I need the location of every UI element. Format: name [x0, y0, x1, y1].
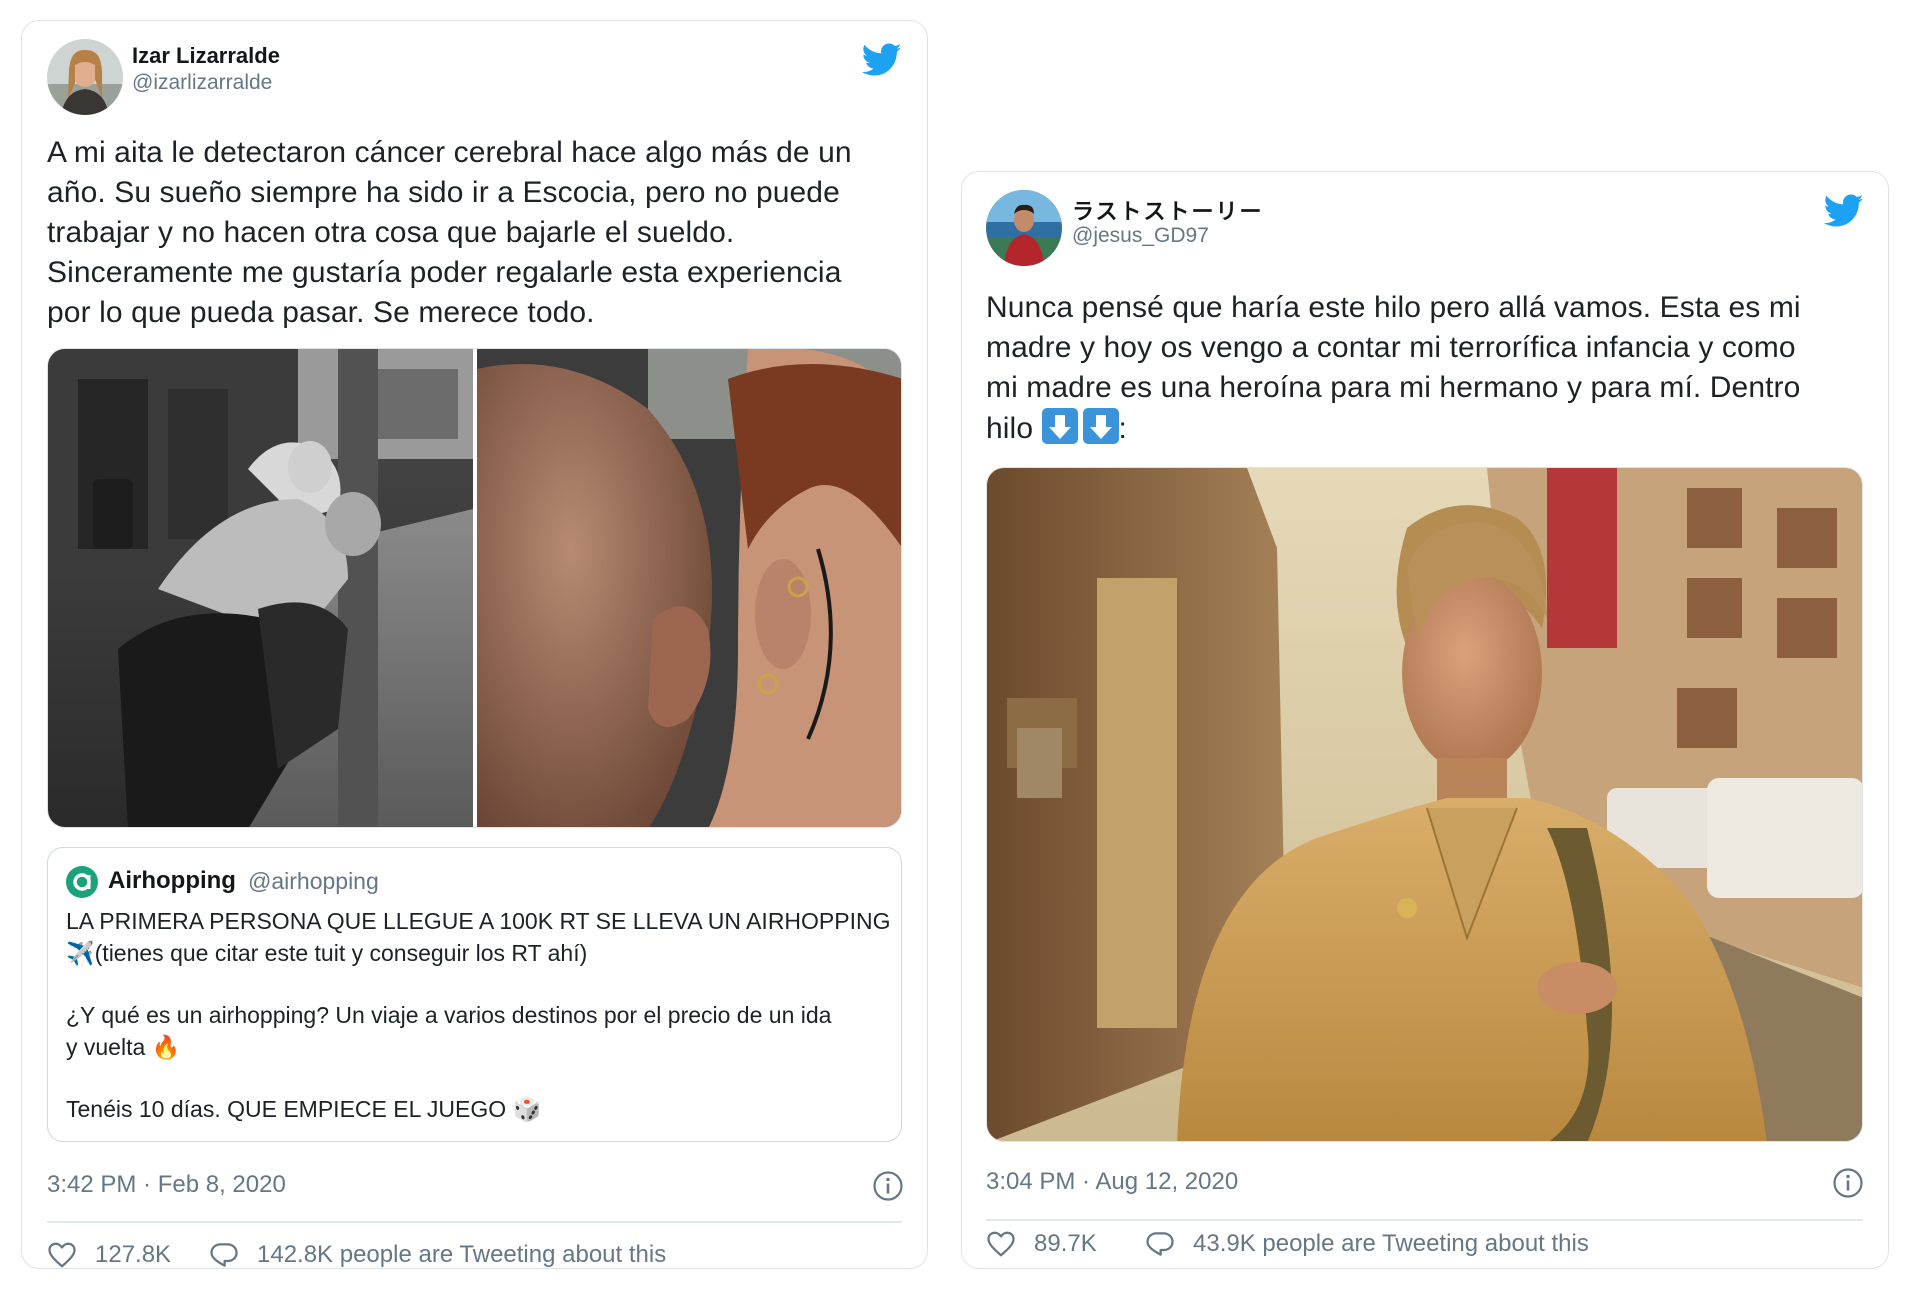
like-count: 89.7K: [1034, 1230, 1097, 1257]
like-count: 127.8K: [95, 1241, 172, 1268]
tweet-text-line: mi madre es una heroína para mi hermano …: [986, 371, 1801, 404]
photo-father-daughter-hug: [48, 349, 473, 827]
quote-handle[interactable]: @airhopping: [248, 868, 379, 895]
quoted-tweet[interactable]: Airhopping @airhopping LA PRIMERA PERSON…: [47, 847, 902, 1142]
like-stat[interactable]: 127.8K: [47, 1240, 171, 1270]
display-name[interactable]: ラストストーリー: [1072, 194, 1264, 226]
timestamp[interactable]: 3:04 PM · Aug 12, 2020: [986, 1168, 1238, 1196]
quote-line: Tenéis 10 días. QUE EMPIECE EL JUEGO 🎲: [66, 1093, 891, 1125]
speech-bubble-icon[interactable]: [1145, 1229, 1175, 1259]
speech-bubble-icon[interactable]: [209, 1240, 239, 1270]
dice-emoji-icon: 🎲: [512, 1096, 542, 1122]
quote-text: LA PRIMERA PERSONA QUE LLEGUE A 100K RT …: [66, 905, 891, 1125]
tweet-text-line: A mi aita le detectaron cáncer cerebral …: [47, 136, 852, 169]
down-arrow-emoji-icon: [1041, 408, 1078, 444]
timestamp[interactable]: 3:42 PM · Feb 8, 2020: [47, 1171, 286, 1199]
tweet-text-line: hilo :: [986, 408, 1801, 449]
tweeting-about-stat[interactable]: 43.9K people are Tweeting about this: [1145, 1220, 1589, 1268]
handle[interactable]: @jesus_GD97: [1072, 224, 1209, 248]
quote-display-name[interactable]: Airhopping: [108, 867, 236, 895]
tweet-card-left: Izar Lizarralde @izarlizarralde A mi ait…: [21, 20, 928, 1269]
tweeting-about-text: 43.9K people are Tweeting about this: [1193, 1230, 1589, 1257]
tweeting-about-stat[interactable]: 142.8K people are Tweeting about this: [209, 1240, 666, 1270]
tweet-text: A mi aita le detectaron cáncer cerebral …: [47, 133, 852, 333]
quote-line: y vuelta 🔥: [66, 1031, 891, 1063]
display-name[interactable]: Izar Lizarralde: [132, 43, 280, 69]
handle[interactable]: @izarlizarralde: [132, 71, 272, 95]
heart-icon[interactable]: [47, 1240, 77, 1270]
media-grid[interactable]: [47, 348, 902, 828]
quote-line: LA PRIMERA PERSONA QUE LLEGUE A 100K RT …: [66, 908, 891, 934]
tweet-text-line: Sinceramente me gustaría poder regalarle…: [47, 256, 842, 289]
media-photo-mother[interactable]: [986, 467, 1863, 1142]
quote-line-text: y vuelta: [66, 1034, 146, 1060]
tweet-text-line: por lo que pueda pasar. Se merece todo.: [47, 296, 595, 329]
avatar[interactable]: [47, 39, 123, 115]
tweet-text-punct: :: [1118, 412, 1127, 445]
divider: [47, 1221, 902, 1223]
quote-line: ¿Y qué es un airhopping? Un viaje a vari…: [66, 1002, 832, 1028]
airhopping-logo-icon: [66, 866, 98, 898]
tweet-text: Nunca pensé que haría este hilo pero all…: [986, 288, 1801, 449]
quote-line: ✈️(tienes que citar este tuit y consegui…: [66, 937, 891, 969]
airplane-emoji-icon: ✈️: [66, 940, 95, 966]
tweeting-about-text: 142.8K people are Tweeting about this: [257, 1241, 667, 1268]
tweet-text-line: año. Su sueño siempre ha sido ir a Escoc…: [47, 176, 840, 209]
photo-heads-close-up: [477, 349, 901, 827]
tweet-text-word: hilo: [986, 412, 1034, 445]
tweet-text-line: madre y hoy os vengo a contar mi terrorí…: [986, 331, 1796, 364]
heart-icon[interactable]: [986, 1229, 1016, 1259]
info-icon[interactable]: [1832, 1167, 1864, 1199]
quote-line-text: (tienes que citar este tuit y conseguir …: [94, 940, 588, 966]
twitter-bird-icon[interactable]: [1824, 194, 1864, 228]
twitter-bird-icon[interactable]: [862, 43, 902, 77]
down-arrow-emoji-icon: [1082, 408, 1119, 444]
tweet-text-line: trabajar y no hacen otra cosa que bajarl…: [47, 216, 735, 249]
tweet-text-line: Nunca pensé que haría este hilo pero all…: [986, 291, 1801, 324]
fire-emoji-icon: 🔥: [151, 1034, 181, 1060]
info-icon[interactable]: [872, 1170, 904, 1202]
like-stat[interactable]: 89.7K: [986, 1220, 1097, 1268]
tweet-card-right: ラストストーリー @jesus_GD97 Nunca pensé que har…: [961, 171, 1889, 1269]
quote-line-text: Tenéis 10 días. QUE EMPIECE EL JUEGO: [66, 1096, 507, 1122]
avatar[interactable]: [986, 190, 1062, 266]
